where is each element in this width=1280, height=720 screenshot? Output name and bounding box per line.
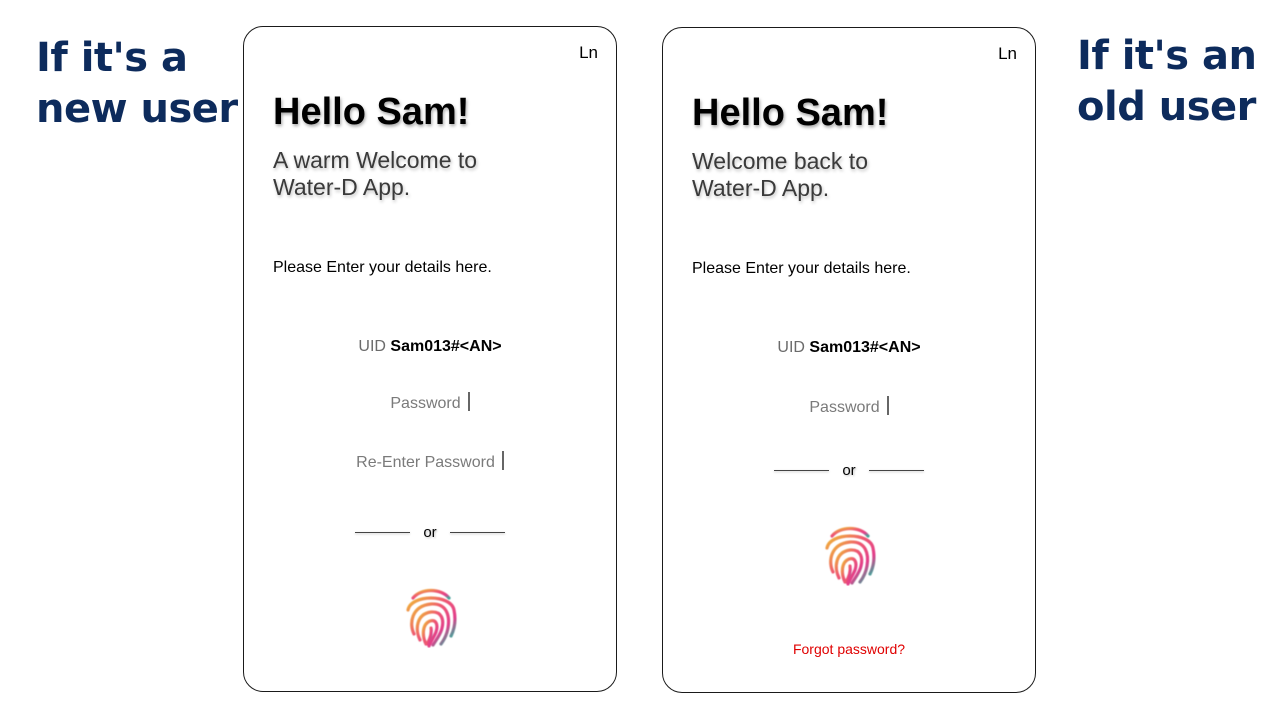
divider-text: or: [842, 462, 856, 479]
password-placeholder: Password: [809, 399, 880, 416]
old-user-caption: If it's an old user: [1077, 31, 1257, 133]
or-divider: or: [663, 462, 1035, 479]
divider-line-left: [355, 531, 411, 534]
instruction-text: Please Enter your details here.: [273, 259, 492, 276]
uid-label: UID: [358, 338, 386, 355]
greeting-heading: Hello Sam!: [692, 92, 889, 134]
uid-value: Sam013#<AN>: [390, 338, 502, 355]
welcome-message: A warm Welcome to Water-D App.: [273, 147, 477, 201]
divider-line-left: [774, 469, 830, 472]
divider-text: or: [423, 524, 437, 541]
instruction-text: Please Enter your details here.: [692, 260, 911, 277]
uid-label: UID: [777, 339, 805, 356]
old-user-caption-line-2: old user: [1077, 84, 1256, 130]
uid-row: UID Sam013#<AN>: [244, 338, 616, 356]
divider-line-right: [868, 469, 924, 472]
welcome-message-line-2: Water-D App.: [273, 174, 411, 200]
welcome-message-line-1: A warm Welcome to: [273, 147, 478, 173]
new-user-caption-line-1: If it's a: [36, 35, 188, 81]
new-user-caption: If it's a new user: [36, 33, 238, 135]
old-user-caption-line-1: If it's an: [1077, 33, 1257, 79]
uid-row: UID Sam013#<AN>: [663, 339, 1035, 357]
old-user-login-screen: Ln Hello Sam! Welcome back to Water-D Ap…: [662, 27, 1036, 693]
uid-value: Sam013#<AN>: [809, 339, 921, 356]
welcome-message-line-2: Water-D App.: [692, 175, 830, 201]
welcome-message-line-1: Welcome back to: [692, 148, 868, 174]
new-user-caption-line-2: new user: [36, 86, 238, 132]
fingerprint-icon[interactable]: [822, 522, 878, 586]
or-divider: or: [244, 524, 616, 541]
fingerprint-icon[interactable]: [403, 584, 459, 648]
text-cursor: [501, 451, 504, 470]
password-input[interactable]: Password: [663, 396, 1035, 417]
password-input[interactable]: Password: [244, 392, 616, 413]
language-button[interactable]: Ln: [579, 43, 598, 63]
divider-line-right: [449, 531, 505, 534]
password-placeholder: Password: [390, 395, 461, 412]
new-user-login-screen: Ln Hello Sam! A warm Welcome to Water-D …: [243, 26, 617, 692]
reenter-password-input[interactable]: Re-Enter Password: [244, 451, 616, 472]
welcome-message: Welcome back to Water-D App.: [692, 148, 868, 202]
reenter-password-placeholder: Re-Enter Password: [356, 454, 495, 471]
language-button[interactable]: Ln: [998, 44, 1017, 64]
text-cursor: [467, 392, 470, 411]
forgot-password-link[interactable]: Forgot password?: [663, 641, 1035, 657]
text-cursor: [886, 396, 889, 415]
greeting-heading: Hello Sam!: [273, 91, 470, 133]
